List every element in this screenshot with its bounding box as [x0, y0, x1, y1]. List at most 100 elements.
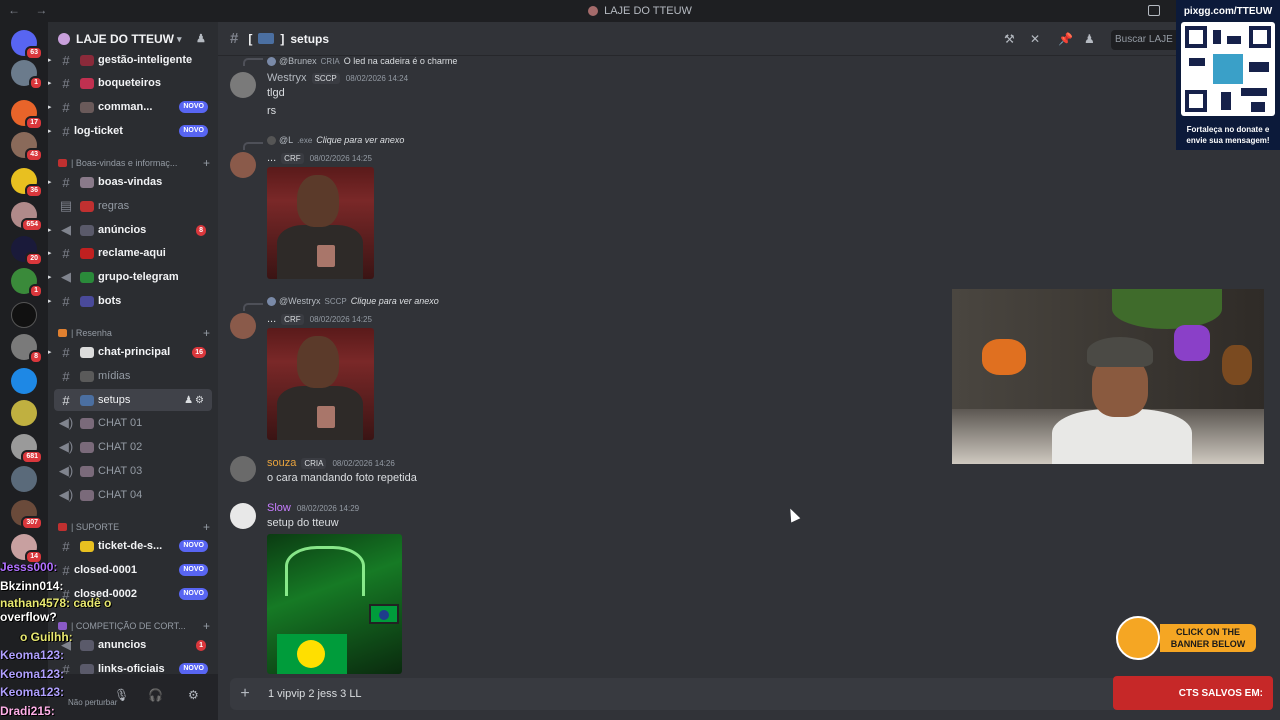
image-attachment[interactable] [267, 167, 374, 279]
message-author[interactable]: ... CRF 08/02/2026 14:25 [267, 313, 372, 325]
hash-icon: # [62, 52, 70, 68]
add-channel-icon[interactable]: + [203, 156, 210, 170]
message-author[interactable]: Slow 08/02/2026 14:29 [267, 502, 359, 514]
channel-label: boas-vindas [98, 176, 163, 188]
guild-icon[interactable]: 654 [11, 202, 43, 232]
headphones-icon[interactable]: 🎧 [148, 688, 163, 702]
add-channel-icon[interactable]: + [203, 520, 210, 534]
author-name: ... [267, 313, 277, 325]
guild-icon[interactable]: 20 [11, 236, 43, 266]
channel-label: reclame-aqui [98, 247, 166, 259]
channel-grupo-telegram[interactable]: ▸ ◀ grupo-telegram [48, 266, 212, 288]
image-attachment[interactable] [267, 328, 374, 440]
avatar[interactable] [230, 152, 256, 178]
channel-regras[interactable]: ▤ regras [54, 195, 212, 217]
home-button[interactable]: 63 [11, 30, 43, 60]
server-icon [58, 33, 70, 45]
new-badge: NOVO [179, 125, 208, 137]
message-author[interactable]: souza CRIA 08/02/2026 14:26 [267, 457, 395, 469]
channel-ticket[interactable]: # ticket-de-s... NOVO [54, 535, 212, 557]
channel-boqueteiros[interactable]: ▸ # boqueteiros [48, 72, 212, 94]
add-channel-icon[interactable]: + [203, 619, 210, 633]
voice-chat-02[interactable]: ◀) CHAT 02 [54, 436, 212, 458]
pin-icon[interactable]: 📌 [1058, 32, 1073, 46]
caret-right-icon: ▸ [48, 349, 52, 356]
channel-label: bots [98, 295, 122, 307]
avatar[interactable] [230, 313, 256, 339]
reply-preview[interactable]: @L .exe Clique para ver anexo [267, 135, 404, 145]
category-resenha[interactable]: | Resenha + [58, 325, 212, 341]
message-text: setup do tteuw [267, 517, 339, 529]
guild-icon[interactable]: 307 [11, 500, 43, 530]
threads-icon[interactable]: ⚒ [1004, 32, 1015, 46]
category-icon [58, 622, 67, 630]
channel-anuncios[interactable]: ▸ ◀ anúncios 8 [48, 219, 212, 241]
category-competicao[interactable]: | COMPETIÇÃO DE CORT... + [58, 618, 212, 634]
guild-icon[interactable] [11, 400, 37, 426]
nav-arrows-icon[interactable]: ← → [8, 3, 53, 17]
channel-label: CHAT 04 [98, 489, 143, 501]
microphone-icon[interactable]: 🎙 [114, 688, 129, 702]
photo-shape [317, 406, 335, 428]
notifications-icon[interactable]: ✕ [1030, 32, 1040, 46]
guild-icon[interactable]: 681 [11, 434, 43, 464]
channel-gestao[interactable]: ▸ # gestão-inteligente [48, 49, 212, 71]
reply-author: @Brunex [279, 56, 317, 66]
reply-preview[interactable]: @Westryx SCCP Clique para ver anexo [267, 296, 439, 306]
channel-emoji-icon [80, 346, 94, 358]
hash-icon: # [62, 293, 70, 309]
guild-icon[interactable]: 14 [11, 534, 43, 564]
channel-bots[interactable]: ▸ # bots [48, 290, 212, 312]
channel-emoji-icon [80, 54, 94, 66]
image-attachment[interactable] [267, 534, 402, 674]
channel-settings-icon[interactable]: ♟⚙ [184, 395, 206, 406]
channel-chat-principal[interactable]: ▸ # chat-principal 16 [48, 341, 212, 363]
chevron-down-icon: ▾ [177, 33, 182, 44]
avatar[interactable] [230, 72, 256, 98]
voice-chat-04[interactable]: ◀) CHAT 04 [54, 484, 212, 506]
channel-boas-vindas[interactable]: ▸ # boas-vindas [48, 171, 212, 193]
message-author[interactable]: Westryx SCCP 08/02/2026 14:24 [267, 72, 408, 84]
guild-icon[interactable] [11, 466, 37, 492]
voice-chat-03[interactable]: ◀) CHAT 03 [54, 460, 212, 482]
channel-commands[interactable]: ▸ # comman... NOVO [48, 96, 212, 118]
photo-shape [1174, 325, 1210, 361]
category-boas-vindas[interactable]: | Boas-vindas e informaç... + [58, 155, 212, 171]
hash-icon: # [230, 30, 239, 47]
inbox-icon[interactable] [1148, 5, 1160, 16]
guild-icon[interactable]: 8 [11, 334, 43, 364]
guild-icon[interactable]: 43 [11, 132, 43, 162]
avatar[interactable] [230, 456, 256, 482]
channel-reclame-aqui[interactable]: ▸ # reclame-aqui [48, 242, 212, 264]
voice-chat-01[interactable]: ◀) CHAT 01 [54, 412, 212, 434]
add-attachment-icon[interactable]: + [232, 685, 258, 703]
channel-closed-0001[interactable]: # closed-0001 NOVO [54, 559, 212, 581]
guild-icon[interactable]: 17 [11, 100, 43, 130]
channel-midias[interactable]: # mídias [54, 365, 212, 387]
caret-right-icon: ▸ [48, 57, 52, 64]
hash-icon: # [62, 562, 70, 578]
channel-anuncios-2[interactable]: ◀ anuncios 1 [54, 634, 212, 656]
invite-icon[interactable]: ♟ [196, 32, 208, 45]
guild-icon[interactable] [11, 302, 37, 328]
guild-icon[interactable]: 1 [11, 60, 43, 90]
message-author[interactable]: ... CRF 08/02/2026 14:25 [267, 152, 372, 164]
guild-icon[interactable] [11, 368, 37, 394]
guild-icon[interactable]: 1 [11, 268, 43, 298]
guild-icon[interactable]: 36 [11, 168, 43, 198]
caret-right-icon: ▸ [48, 179, 52, 186]
channel-log-ticket[interactable]: ▸ # log-ticket NOVO [48, 120, 212, 142]
channel-setups[interactable]: # setups ♟⚙ [54, 389, 212, 411]
avatar[interactable] [230, 503, 256, 529]
channel-label: CHAT 03 [98, 465, 143, 477]
window-title: LAJE DO TTEUW [604, 5, 692, 17]
message-input-value: 1 vipvip 2 jess 3 LL [268, 688, 362, 700]
add-channel-icon[interactable]: + [203, 326, 210, 340]
category-suporte[interactable]: | SUPORTE + [58, 519, 212, 535]
settings-gear-icon[interactable]: ⚙ [188, 688, 199, 702]
guild-badge: 36 [25, 184, 43, 198]
channel-emoji-icon [80, 417, 94, 429]
member-list-icon[interactable]: ♟ [1084, 32, 1095, 46]
message-input[interactable]: + 1 vipvip 2 jess 3 LL [230, 678, 1250, 710]
reply-preview[interactable]: @Brunex CRIA O led na cadeira é o charme [267, 56, 457, 66]
